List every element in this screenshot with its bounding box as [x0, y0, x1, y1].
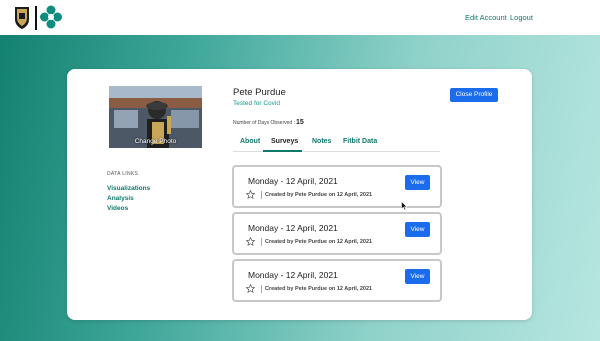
survey-date: Monday - 12 April, 2021 — [248, 176, 338, 186]
top-navigation-bar: Edit Account Logout — [0, 0, 600, 35]
profile-name: Pete Purdue — [233, 87, 286, 98]
tab-notes[interactable]: Notes — [312, 138, 331, 145]
star-icon[interactable] — [246, 284, 255, 293]
survey-divider — [261, 191, 262, 199]
logout-link[interactable]: Logout — [510, 13, 533, 22]
videos-link[interactable]: Videos — [107, 205, 128, 212]
survey-divider — [261, 285, 262, 293]
survey-created-by: Created by Pete Purdue on 12 April, 2021 — [265, 192, 373, 198]
survey-created-by: Created by Pete Purdue on 12 April, 2021 — [265, 286, 373, 292]
survey-created-by: Created by Pete Purdue on 12 April, 2021 — [265, 239, 373, 245]
tab-about[interactable]: About — [240, 138, 260, 145]
change-photo-label[interactable]: Change Photo — [109, 138, 202, 145]
survey-date: Monday - 12 April, 2021 — [248, 270, 338, 280]
view-button[interactable]: View — [405, 269, 430, 284]
mouse-cursor-icon — [401, 201, 408, 211]
view-button[interactable]: View — [405, 175, 430, 190]
survey-card: Monday - 12 April, 2021 Created by Pete … — [232, 165, 442, 208]
merck-logo-icon[interactable] — [40, 5, 62, 29]
tab-surveys[interactable]: Surveys — [271, 138, 298, 145]
profile-card: Change Photo DATA LINKS Visualizations A… — [67, 69, 532, 320]
profile-photo[interactable]: Change Photo — [109, 86, 202, 148]
survey-divider — [261, 238, 262, 246]
close-profile-button[interactable]: Close Profile — [450, 88, 498, 102]
profile-tabs: About Surveys Notes Fitbit Data — [233, 135, 440, 152]
star-icon[interactable] — [246, 190, 255, 199]
tab-fitbit-data[interactable]: Fitbit Data — [343, 138, 377, 145]
status-text: Tested for Covid — [233, 100, 280, 107]
purdue-logo-icon[interactable] — [13, 6, 31, 30]
analysis-link[interactable]: Analysis — [107, 195, 134, 202]
star-icon[interactable] — [246, 237, 255, 246]
visualizations-link[interactable]: Visualizations — [107, 185, 150, 192]
survey-date: Monday - 12 April, 2021 — [248, 223, 338, 233]
survey-card: Monday - 12 April, 2021 Created by Pete … — [232, 212, 442, 255]
edit-account-link[interactable]: Edit Account — [465, 13, 507, 22]
active-tab-indicator — [263, 150, 302, 152]
days-observed-label: Number of Days Observed : — [233, 120, 295, 126]
survey-card: Monday - 12 April, 2021 Created by Pete … — [232, 259, 442, 302]
view-button[interactable]: View — [405, 222, 430, 237]
logo-divider — [35, 6, 37, 30]
days-observed-value: 15 — [296, 119, 304, 126]
data-links-heading: DATA LINKS — [107, 171, 139, 177]
